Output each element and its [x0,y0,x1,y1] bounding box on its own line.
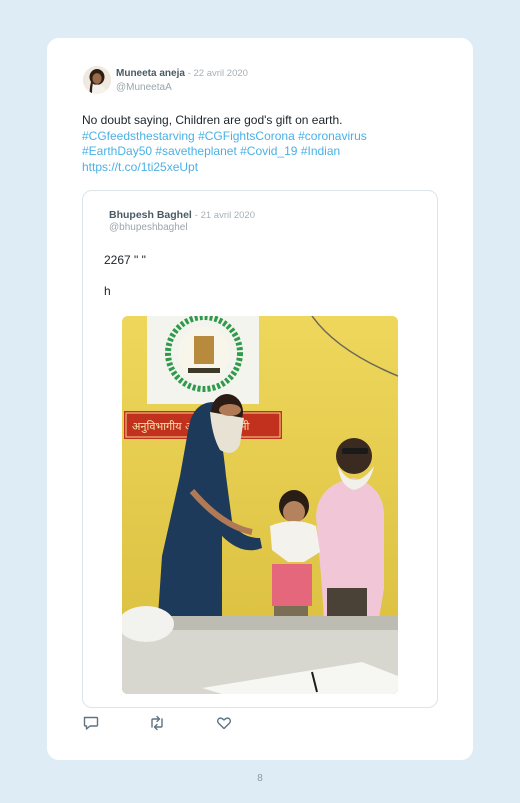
tweet-card: Muneeta aneja - 22 avril 2020 @MuneetaA … [47,38,473,760]
retweet-icon[interactable] [148,714,166,732]
quoted-tweet-author: Bhupesh Baghel - 21 avril 2020 [109,209,255,221]
quoted-author-handle[interactable]: @bhupeshbaghel [109,222,188,233]
photo-illustration: अनुविभागीय अधिकारी लोरमी [122,316,398,694]
tweet-date[interactable]: 22 avril 2020 [194,68,248,79]
tweet-link[interactable]: https://t.co/1ti25xeUpt [82,160,442,176]
quoted-tweet-text: h [104,284,111,298]
tweet-actions [82,714,282,734]
tweet-author: Muneeta aneja - 22 avril 2020 [116,68,248,79]
quoted-tweet-text: 2267 " " [104,253,146,267]
tweet-text-line: No doubt saying, Children are god's gift… [82,113,343,127]
page-number: 8 [257,773,263,784]
hashtag-line[interactable]: #EarthDay50 #savetheplanet #Covid_19 #In… [82,144,442,160]
tweet-photo[interactable]: अनुविभागीय अधिकारी लोरमी [122,316,398,694]
quoted-author-name[interactable]: Bhupesh Baghel [109,209,192,221]
heart-icon[interactable] [215,714,233,732]
hashtag-line[interactable]: #CGfeedsthestarving #CGFightsCorona #cor… [82,129,442,145]
reply-icon[interactable] [82,714,100,732]
author-name[interactable]: Muneeta aneja [116,68,185,79]
quoted-tweet-date[interactable]: 21 avril 2020 [201,210,255,221]
tweet-text: No doubt saying, Children are god's gift… [82,113,442,175]
quoted-tweet[interactable]: Bhupesh Baghel - 21 avril 2020 @bhupeshb… [82,190,438,708]
avatar[interactable] [83,66,111,94]
author-handle[interactable]: @MuneetaA [116,82,172,93]
